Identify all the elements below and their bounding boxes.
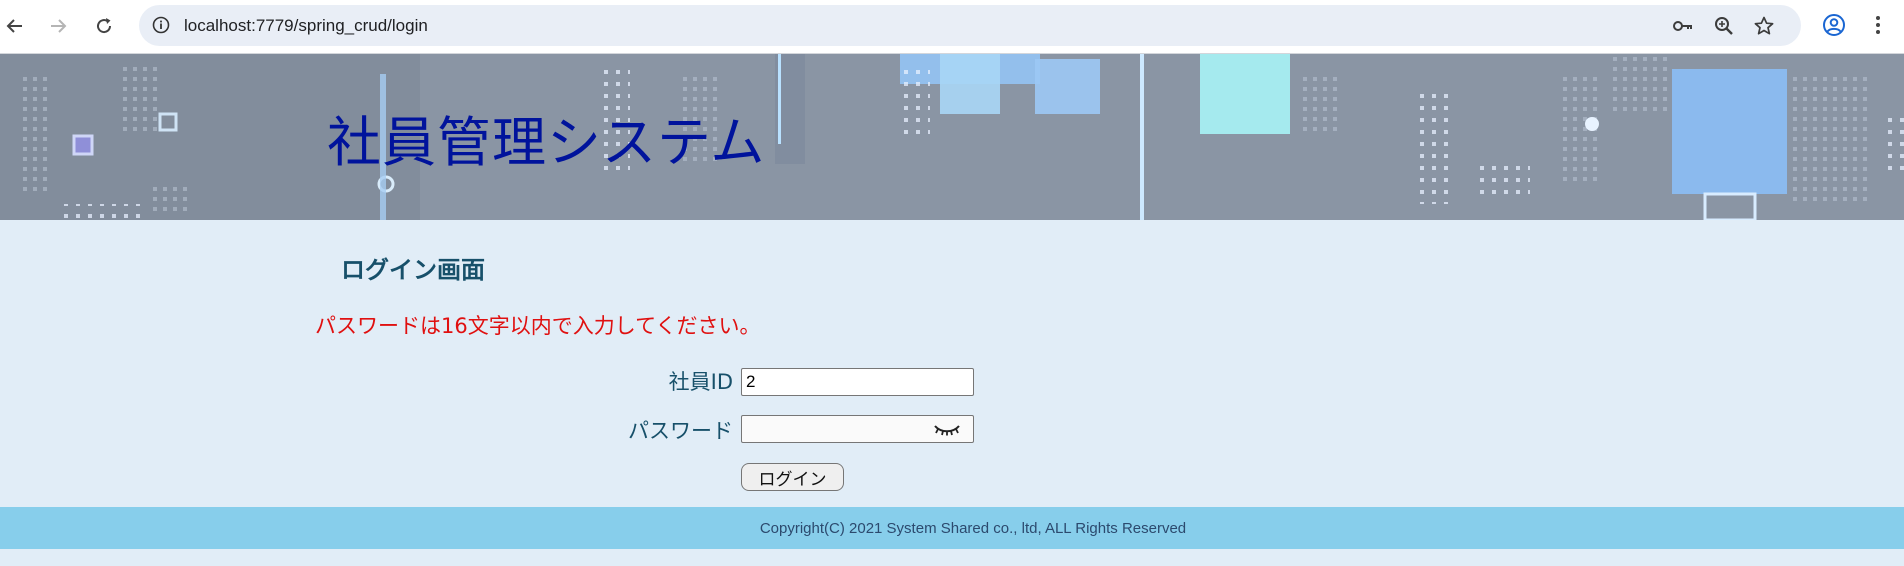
employee-id-label: 社員ID [668, 370, 733, 394]
circuit-background-image [0, 54, 1904, 220]
info-icon [152, 16, 170, 34]
eye-closed-icon [934, 425, 960, 436]
profile-button[interactable] [1821, 12, 1847, 38]
bookmark-button[interactable] [1752, 14, 1776, 38]
star-icon [1754, 16, 1774, 35]
password-visibility-toggle[interactable] [932, 422, 962, 438]
more-vert-icon [1876, 16, 1880, 34]
page: 社員管理システム ログイン画面 パスワードは16文字以内で入力してください。 社… [0, 54, 1904, 566]
login-button[interactable]: ログイン [741, 463, 844, 491]
address-bar[interactable]: localhost:7779/spring_crud/login [139, 5, 1801, 46]
page-title: 社員管理システム [327, 111, 766, 174]
login-panel: ログイン画面 パスワードは16文字以内で入力してください。 社員ID パスワード… [0, 220, 1904, 507]
page-bottom-strip [0, 549, 1904, 566]
site-info-button[interactable] [150, 14, 172, 36]
reload-icon [97, 18, 112, 34]
back-button[interactable] [0, 9, 32, 43]
forward-button[interactable] [41, 9, 75, 43]
copyright-text: Copyright(C) 2021 System Shared co., ltd… [759, 519, 1187, 537]
header-banner: 社員管理システム [0, 54, 1904, 220]
footer: Copyright(C) 2021 System Shared co., ltd… [0, 507, 1904, 549]
browser-menu-button[interactable] [1868, 12, 1888, 38]
arrow-left-icon [6, 19, 22, 33]
account-icon [1823, 14, 1845, 36]
zoom-button[interactable] [1712, 14, 1736, 38]
login-heading: ログイン画面 [341, 256, 485, 284]
zoom-icon [1715, 17, 1733, 35]
password-manager-button[interactable] [1671, 14, 1695, 38]
arrow-right-icon [51, 19, 67, 33]
employee-id-input[interactable] [741, 368, 974, 396]
browser-toolbar: localhost:7779/spring_crud/login [0, 0, 1904, 54]
key-icon [1673, 21, 1692, 31]
password-label: パスワード [628, 419, 733, 443]
url-text[interactable]: localhost:7779/spring_crud/login [184, 16, 428, 36]
reload-button[interactable] [87, 9, 121, 43]
error-message: パスワードは16文字以内で入力してください。 [315, 314, 761, 338]
